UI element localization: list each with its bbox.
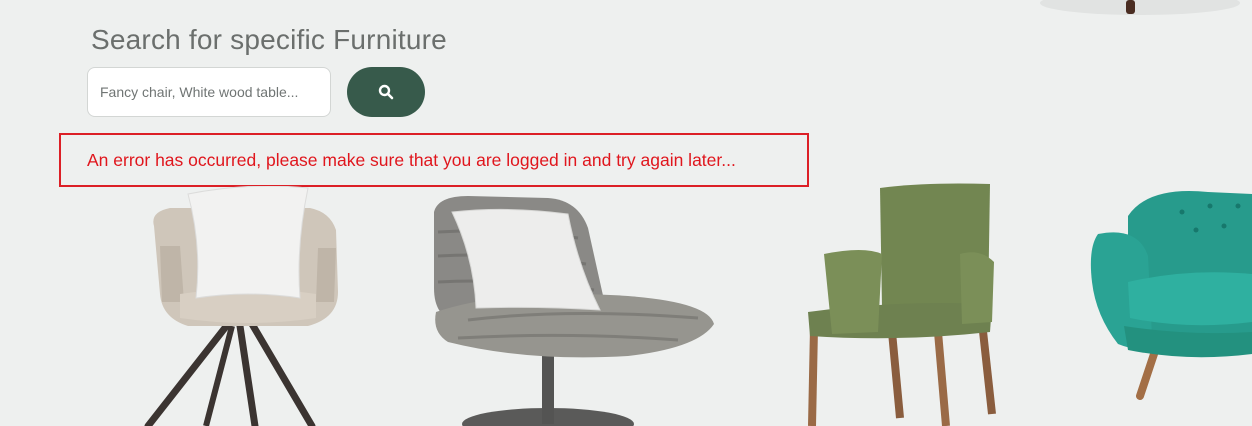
error-alert: An error has occurred, please make sure … (59, 133, 809, 187)
gray-lounge-chair-image (434, 196, 714, 426)
furniture-product-image (1040, 0, 1240, 15)
error-message: An error has occurred, please make sure … (87, 149, 736, 170)
teal-armchair-image (1090, 191, 1252, 400)
beige-swivel-armchair-image (144, 186, 338, 426)
page-title: Search for specific Furniture (91, 24, 447, 55)
search-button[interactable] (347, 67, 425, 117)
search-input[interactable] (87, 67, 331, 117)
green-dining-chair-image (808, 183, 996, 426)
search-icon (378, 84, 394, 100)
